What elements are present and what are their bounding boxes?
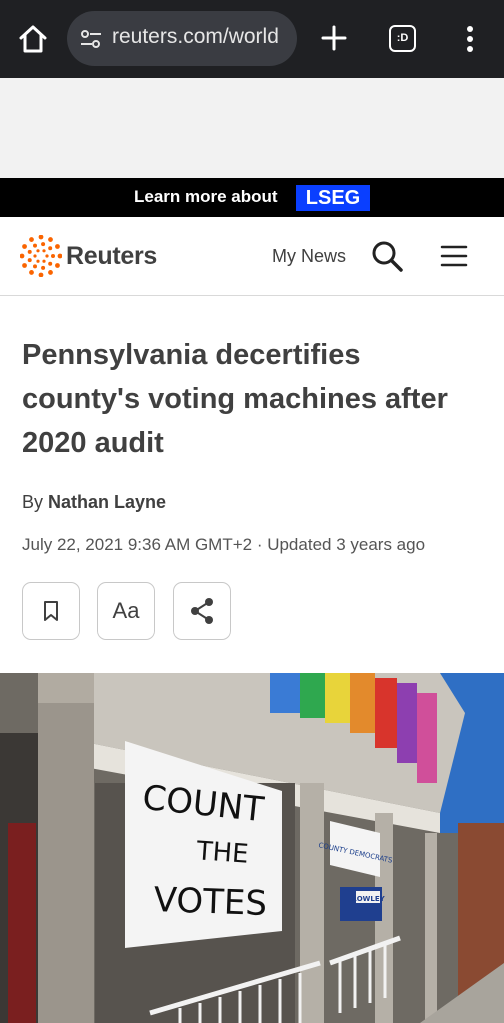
logo-dot xyxy=(41,242,46,247)
reuters-logo-icon[interactable] xyxy=(19,234,63,278)
site-header: Reuters My News xyxy=(0,217,504,296)
address-bar[interactable]: reuters.com/world xyxy=(67,11,297,66)
sign-line-2: THE xyxy=(195,836,250,870)
logo-dot xyxy=(29,270,34,275)
logo-dot xyxy=(48,270,53,275)
logo-dot xyxy=(38,272,44,278)
ad-placeholder xyxy=(0,78,504,178)
sign-line-3: VOTES xyxy=(153,880,268,924)
logo-dot xyxy=(36,249,40,253)
byline: By Nathan Layne xyxy=(22,492,166,513)
logo-dot xyxy=(27,249,32,254)
hamburger-menu-icon[interactable] xyxy=(440,244,468,268)
logo-dot xyxy=(48,246,53,251)
article-lead-photo[interactable]: COUNT THE VOTES COUNTY DEMOCRATS ROWLEY xyxy=(0,673,504,1023)
share-button[interactable] xyxy=(173,582,231,640)
logo-dot xyxy=(48,237,53,242)
logo-dot xyxy=(42,259,46,263)
byline-prefix: By xyxy=(22,492,44,512)
logo-dot xyxy=(57,253,63,259)
logo-dot xyxy=(45,254,49,258)
logo-dot xyxy=(42,249,46,253)
promo-badge-lseg[interactable]: LSEG xyxy=(296,185,370,211)
logo-dot xyxy=(27,258,32,263)
logo-dot xyxy=(38,234,44,240)
url-text: reuters.com/world xyxy=(112,25,279,48)
logo-dot xyxy=(33,254,37,258)
logo-dot xyxy=(22,244,27,249)
author-link[interactable]: Nathan Layne xyxy=(48,492,166,512)
logo-dot xyxy=(33,243,37,248)
bookmark-icon xyxy=(44,601,58,621)
logo-dot xyxy=(22,263,27,268)
logo-dot xyxy=(55,244,60,249)
tab-switcher-icon[interactable]: :D xyxy=(389,25,416,52)
share-icon xyxy=(191,598,213,624)
logo-dot xyxy=(29,237,34,242)
promo-text: Learn more about xyxy=(134,187,278,206)
logo-dot xyxy=(41,265,46,270)
bookmark-button[interactable] xyxy=(22,582,80,640)
text-size-label: Aa xyxy=(112,598,140,623)
logo-dot xyxy=(33,264,37,269)
search-icon[interactable] xyxy=(370,239,404,273)
new-tab-plus-icon[interactable] xyxy=(318,22,350,54)
my-news-link[interactable]: My News xyxy=(272,246,346,267)
logo-dot xyxy=(55,263,60,268)
logo-dot xyxy=(51,254,55,258)
reuters-logo-text[interactable]: Reuters xyxy=(66,242,157,271)
logo-dot xyxy=(19,253,25,259)
more-vert-icon[interactable] xyxy=(458,22,482,56)
article-headline: Pennsylvania decertifies county's voting… xyxy=(22,339,448,459)
article-date: July 22, 2021 9:36 AM GMT+2 · Updated 3 … xyxy=(22,535,426,554)
home-icon[interactable] xyxy=(16,22,50,56)
poster-text: ROWLEY xyxy=(351,895,385,903)
logo-dot xyxy=(36,259,40,263)
browser-toolbar: reuters.com/world :D xyxy=(0,0,504,78)
logo-dot xyxy=(48,261,53,266)
text-size-button[interactable]: Aa xyxy=(97,582,155,640)
promo-banner[interactable]: Learn more about xyxy=(0,178,504,217)
site-settings-icon[interactable] xyxy=(79,27,103,51)
